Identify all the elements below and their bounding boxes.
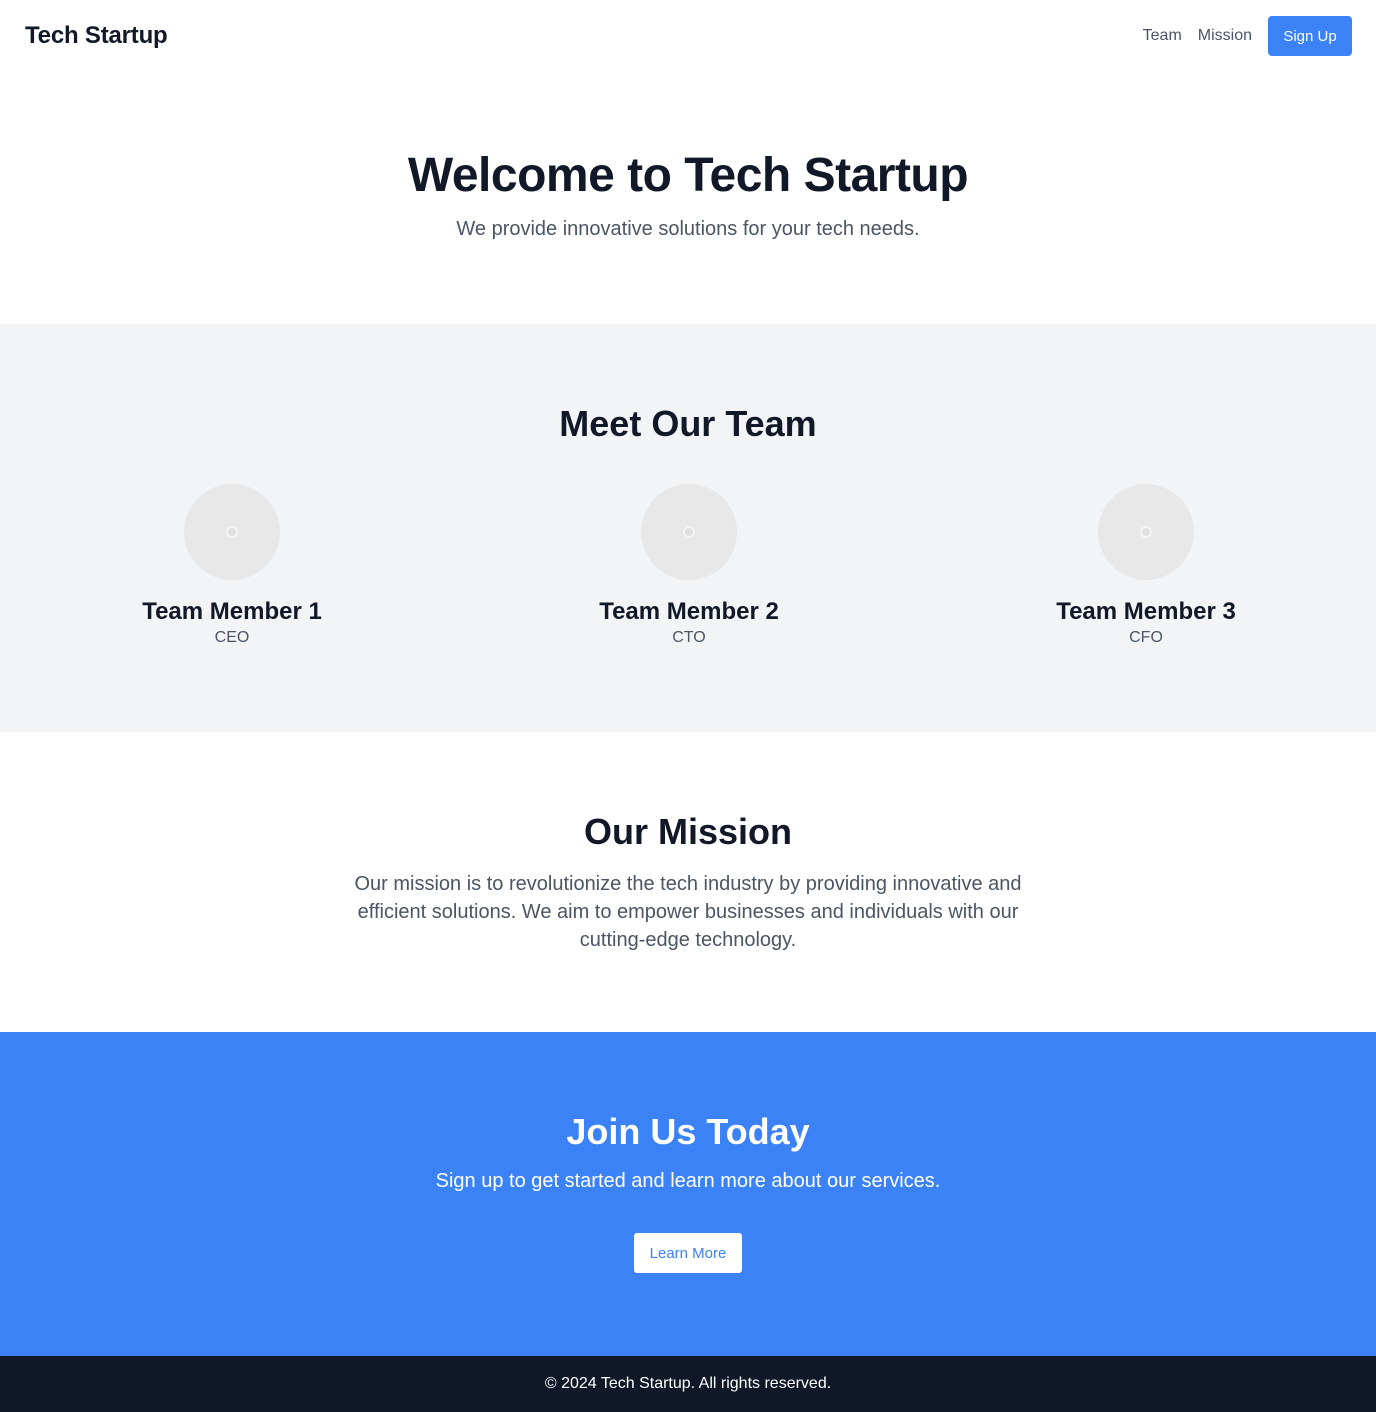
team-member-role: CEO (214, 629, 250, 646)
team-member-role: CFO (1129, 629, 1163, 646)
team-member-card: Team Member 1 CEO (84, 484, 380, 647)
team-grid: Team Member 1 CEO Team Member 2 CTO Team… (0, 484, 1376, 647)
hero-subtitle: We provide innovative solutions for your… (456, 218, 920, 240)
team-section: Meet Our Team Team Member 1 CEO Team Mem… (0, 324, 1376, 732)
team-member-role: CTO (672, 629, 706, 646)
team-section-title: Meet Our Team (559, 403, 817, 444)
cta-section: Join Us Today Sign up to get started and… (0, 1032, 1376, 1356)
nav-link-mission[interactable]: Mission (1198, 27, 1252, 45)
hero-section: Welcome to Tech Startup We provide innov… (0, 72, 1376, 324)
site-header: Tech Startup Team Mission Sign Up (0, 0, 1376, 72)
team-member-card: Team Member 2 CTO (541, 484, 837, 647)
mission-section-title: Our Mission (583, 811, 793, 852)
cta-title: Join Us Today (566, 1111, 810, 1152)
image-placeholder-icon (1140, 526, 1152, 538)
learn-more-button[interactable]: Learn More (634, 1233, 742, 1273)
footer-copyright: © 2024 Tech Startup. All rights reserved… (544, 1375, 832, 1392)
avatar (184, 484, 280, 580)
team-member-name: Team Member 3 (1056, 598, 1236, 625)
cta-subtitle: Sign up to get started and learn more ab… (435, 1170, 941, 1192)
mission-section: Our Mission Our mission is to revolution… (0, 732, 1376, 1032)
team-member-name: Team Member 2 (599, 598, 779, 625)
main-nav: Team Mission Sign Up (1127, 16, 1352, 56)
mission-body: Our mission is to revolutionize the tech… (354, 873, 1022, 951)
brand-logo-text[interactable]: Tech Startup (25, 22, 168, 50)
image-placeholder-icon (683, 526, 695, 538)
hero-title: Welcome to Tech Startup (407, 149, 969, 202)
team-member-name: Team Member 1 (142, 598, 322, 625)
team-member-card: Team Member 3 CFO (998, 484, 1294, 647)
avatar (1098, 484, 1194, 580)
site-footer: © 2024 Tech Startup. All rights reserved… (0, 1356, 1376, 1412)
sign-up-button[interactable]: Sign Up (1268, 16, 1352, 56)
avatar (641, 484, 737, 580)
nav-link-team[interactable]: Team (1143, 27, 1182, 45)
image-placeholder-icon (226, 526, 238, 538)
